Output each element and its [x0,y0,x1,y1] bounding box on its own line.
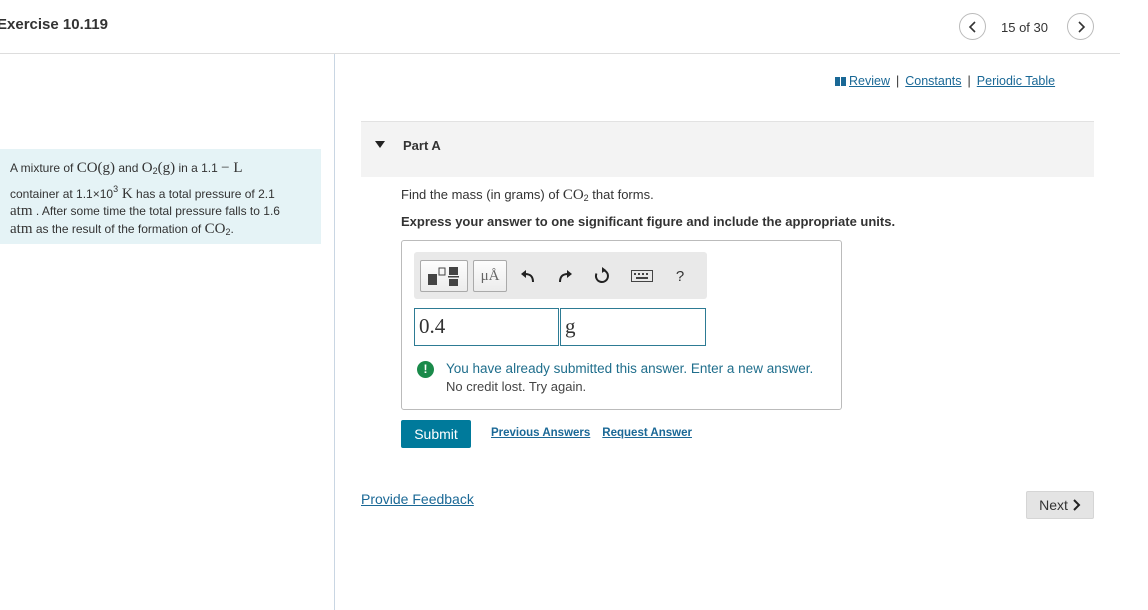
chevron-right-icon [1077,20,1085,33]
answer-value-input[interactable]: 0.4 [414,308,559,346]
reset-button[interactable] [592,266,612,286]
reset-icon [594,267,609,283]
request-answer-link[interactable]: Request Answer [602,427,692,439]
chevron-right-icon [1073,499,1081,511]
column-divider [334,54,335,610]
constants-link[interactable]: Constants [905,74,961,88]
undo-icon [521,270,534,283]
templates-button[interactable] [420,260,468,292]
next-label: Next [1039,497,1068,513]
caret-down-icon[interactable] [375,141,385,148]
answer-panel: μÅ ? 0.4 g ! You have already submitted … [401,240,842,410]
part-label: Part A [403,138,441,153]
units-button[interactable]: μÅ [473,260,507,292]
previous-exercise-button[interactable] [959,13,986,40]
feedback-line-2: No credit lost. Try again. [446,379,587,394]
answer-instructions: Express your answer to one significant f… [401,214,896,229]
question-text: Find the mass (in grams) of CO2 that for… [401,187,654,203]
page-counter: 15 of 30 [1001,20,1048,35]
top-header: Exercise 10.119 15 of 30 [0,0,1120,54]
provide-feedback-link[interactable]: Provide Feedback [361,491,474,507]
answer-unit-input[interactable]: g [560,308,706,346]
alert-icon: ! [417,361,434,378]
math-toolbar: μÅ ? [414,252,707,299]
periodic-table-link[interactable]: Periodic Table [977,74,1055,88]
redo-button[interactable] [555,266,575,286]
help-button[interactable]: ? [670,266,690,286]
resource-links: Review | Constants | Periodic Table [835,74,1055,88]
problem-context: A mixture of CO(g) and O2(g) in a 1.1 − … [0,149,321,244]
previous-answers-link[interactable]: Previous Answers [491,427,590,439]
template-icon [428,267,459,286]
next-button[interactable]: Next [1026,491,1094,519]
keyboard-icon [631,270,653,282]
feedback-line-1: You have already submitted this answer. … [446,361,814,376]
keyboard-button[interactable] [630,266,654,286]
chevron-left-icon [968,20,976,33]
redo-icon [559,270,572,283]
part-a-header[interactable]: Part A [361,121,1094,177]
review-link[interactable]: Review [849,74,890,88]
undo-button[interactable] [518,266,538,286]
book-icon [835,76,846,86]
next-exercise-button[interactable] [1067,13,1094,40]
answer-action-links: Previous Answers Request Answer [491,427,692,439]
submit-button[interactable]: Submit [401,420,471,448]
exercise-title: Exercise 10.119 [0,16,108,33]
